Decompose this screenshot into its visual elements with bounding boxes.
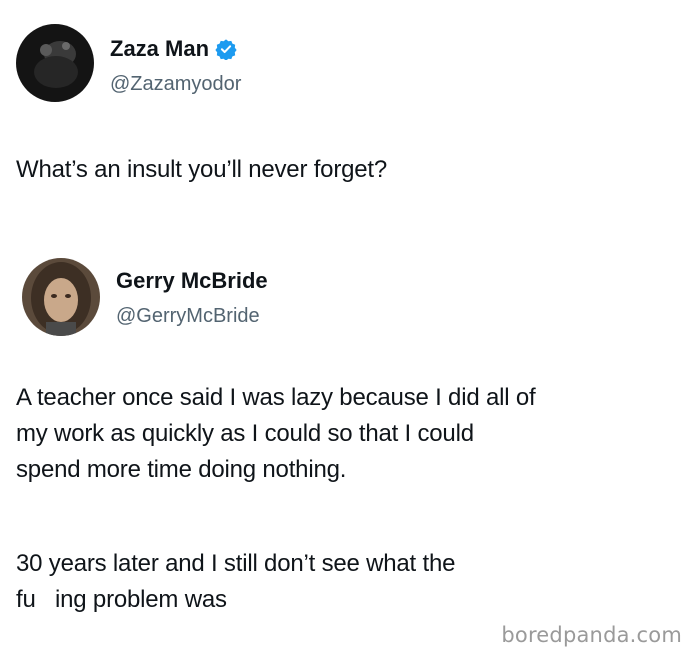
text-line: fu ing problem was — [16, 586, 227, 613]
post-text: What’s an insult you’ll never forget? — [16, 156, 388, 183]
text-line: my work as quickly as I could so that I … — [16, 420, 474, 447]
reply-author-name[interactable]: Gerry McBride — [116, 268, 268, 294]
man-long-hair-photo-avatar-icon — [22, 258, 100, 336]
text-line: spend more time doing nothing. — [16, 456, 347, 483]
reply-paragraph-2: 30 years later and I still don’t see wha… — [16, 546, 455, 618]
reply-paragraph-1: A teacher once said I was lazy because I… — [16, 380, 536, 488]
reply-author-handle[interactable]: @GerryMcBride — [116, 304, 260, 328]
text-line: A teacher once said I was lazy because I… — [16, 384, 536, 411]
watermark-text: boredpanda.com — [501, 623, 682, 647]
display-name: Gerry McBride — [116, 268, 268, 293]
avatar-zaza-man[interactable] — [16, 24, 94, 102]
dark-photo-avatar-icon — [16, 24, 94, 102]
display-name: Zaza Man — [110, 36, 210, 61]
avatar-gerry-mcbride[interactable] — [22, 258, 100, 336]
verified-badge-icon — [215, 38, 237, 60]
post-author-handle[interactable]: @Zazamyodor — [110, 72, 241, 96]
post-author-name[interactable]: Zaza Man — [110, 36, 237, 62]
text-line: 30 years later and I still don’t see wha… — [16, 550, 456, 577]
